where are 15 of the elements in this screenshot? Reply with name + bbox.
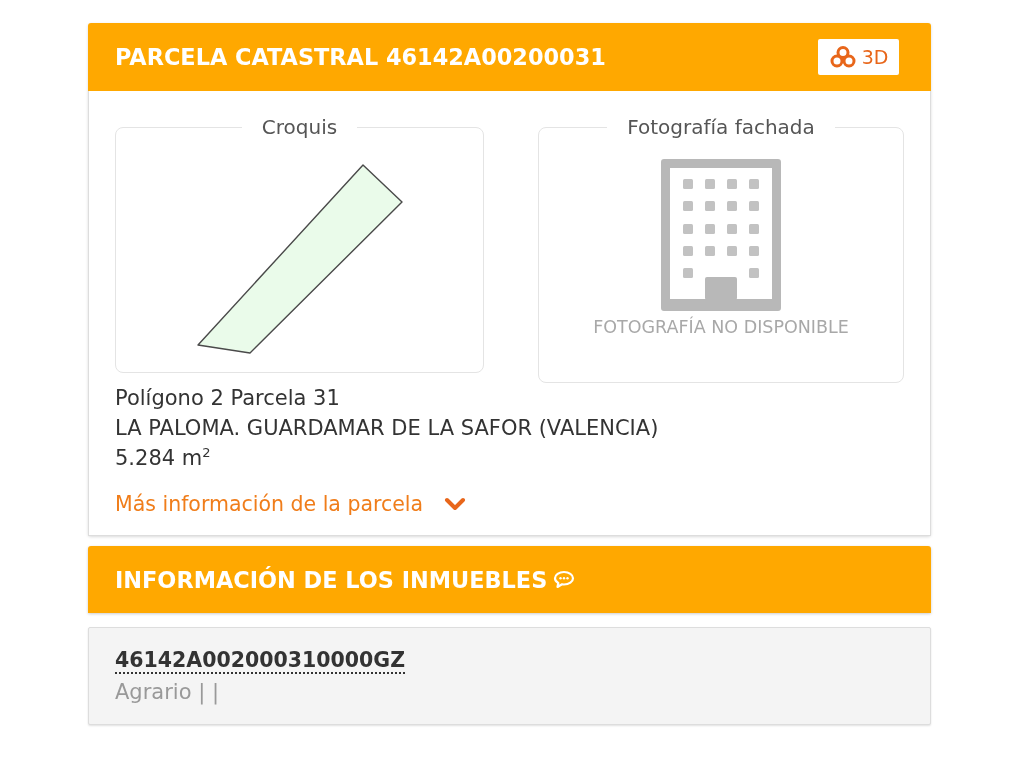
parcel-number: Polígono 2 Parcela 31 <box>115 385 340 412</box>
parcel-area: 5.284 m$^{2}$ <box>115 443 211 473</box>
panel-title: INFORMACIÓN DE LOS INMUEBLES <box>115 566 548 593</box>
parcel-address: LA PALOMA. GUARDAMAR DE LA SAFOR (VALENCIA) <box>115 415 659 442</box>
property-reference-link[interactable]: 46142A002000310000GZ <box>115 648 406 674</box>
view-3d-button[interactable]: 3D <box>818 39 899 75</box>
photo-title: Fotografía fachada <box>627 115 815 139</box>
more-info-link[interactable]: Más información de la parcela <box>115 489 467 519</box>
sketch-title: Croquis <box>261 115 338 139</box>
no-photo-text: FOTOGRAFÍA NO DISPONIBLE <box>593 317 849 337</box>
panel-title: PARCELA CATASTRAL 46142A00200031 <box>115 44 606 70</box>
property-use: Agrario | | <box>115 680 219 704</box>
building-icon <box>661 159 781 311</box>
speech-bubble-icon <box>553 570 576 589</box>
rings-icon <box>828 46 857 68</box>
